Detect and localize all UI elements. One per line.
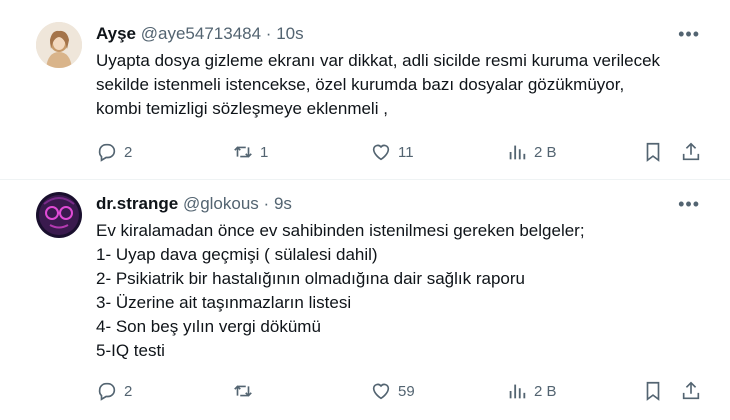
separator: · <box>265 24 272 43</box>
display-name[interactable]: dr.strange <box>96 194 178 213</box>
action-bar: 2 59 2 B <box>96 378 708 404</box>
share-button[interactable] <box>680 139 702 165</box>
tweet-text: Uyapta dosya gizleme ekranı var dikkat, … <box>96 49 716 121</box>
repost-button[interactable] <box>232 378 260 404</box>
avatar[interactable] <box>36 192 82 238</box>
tweet-text-line: 1- Uyap dava geçmişi ( sülalesi dahil) <box>96 245 378 264</box>
tweet-header: dr.strange @glokous · 9s <box>96 192 292 216</box>
heart-icon <box>372 144 390 161</box>
avatar[interactable] <box>36 22 82 68</box>
views-count: 2 B <box>534 382 557 400</box>
display-name[interactable]: Ayşe <box>96 24 136 43</box>
action-bar: 2 1 11 2 B <box>96 139 708 165</box>
tweet-text-line: kombi temizligi sözleşmeye eklenmeli , <box>96 99 388 118</box>
tweet-text-line: 3- Üzerine ait taşınmazların listesi <box>96 293 352 312</box>
like-count: 11 <box>398 143 414 161</box>
like-count: 59 <box>398 382 415 400</box>
tweet[interactable]: Ayşe @aye54713484 · 10s ••• Uyapta dosya… <box>0 0 730 180</box>
share-button[interactable] <box>680 378 702 404</box>
views-icon <box>509 145 526 160</box>
views-count: 2 B <box>534 143 557 161</box>
repost-count: 1 <box>260 143 269 161</box>
tweet-text-line: 2- Psikiatrik bir hastalığının olmadığın… <box>96 269 525 288</box>
like-button[interactable]: 59 <box>370 378 415 404</box>
more-options-icon[interactable]: ••• <box>678 24 700 44</box>
reply-count: 2 <box>124 382 133 400</box>
repost-icon <box>234 146 252 158</box>
user-handle[interactable]: @glokous <box>183 194 259 213</box>
tweet-text-line: 5-IQ testi <box>96 341 165 360</box>
reply-icon <box>98 382 116 401</box>
reply-button[interactable]: 2 <box>96 378 132 404</box>
views-button[interactable]: 2 B <box>506 139 557 165</box>
repost-button[interactable]: 1 <box>232 139 268 165</box>
bookmark-button[interactable] <box>642 139 664 165</box>
repost-icon <box>234 385 252 397</box>
share-icon <box>682 142 700 161</box>
bookmark-button[interactable] <box>642 378 664 404</box>
tweet[interactable]: dr.strange @glokous · 9s ••• Ev kiralama… <box>0 180 730 420</box>
user-handle[interactable]: @aye54713484 <box>141 24 261 43</box>
tweet-text-line: 4- Son beş yılın vergi dökümü <box>96 317 321 336</box>
tweet-text-line: sekilde istenmeli istencekse, özel kurum… <box>96 75 625 94</box>
timestamp[interactable]: 9s <box>274 194 292 213</box>
reply-icon <box>98 143 116 162</box>
separator: · <box>263 194 270 213</box>
heart-icon <box>372 383 390 400</box>
timestamp[interactable]: 10s <box>276 24 303 43</box>
tweet-text-line: Uyapta dosya gizleme ekranı var dikkat, … <box>96 51 661 70</box>
views-icon <box>509 384 526 399</box>
bookmark-icon <box>646 142 660 162</box>
tweet-header: Ayşe @aye54713484 · 10s <box>96 22 304 46</box>
bookmark-icon <box>646 381 660 401</box>
reply-button[interactable]: 2 <box>96 139 132 165</box>
views-button[interactable]: 2 B <box>506 378 557 404</box>
like-button[interactable]: 11 <box>370 139 414 165</box>
share-icon <box>682 381 700 400</box>
reply-count: 2 <box>124 143 133 161</box>
tweet-text-line: Ev kiralamadan önce ev sahibinden isteni… <box>96 221 585 240</box>
tweet-text: Ev kiralamadan önce ev sahibinden isteni… <box>96 219 716 363</box>
more-options-icon[interactable]: ••• <box>678 194 700 214</box>
